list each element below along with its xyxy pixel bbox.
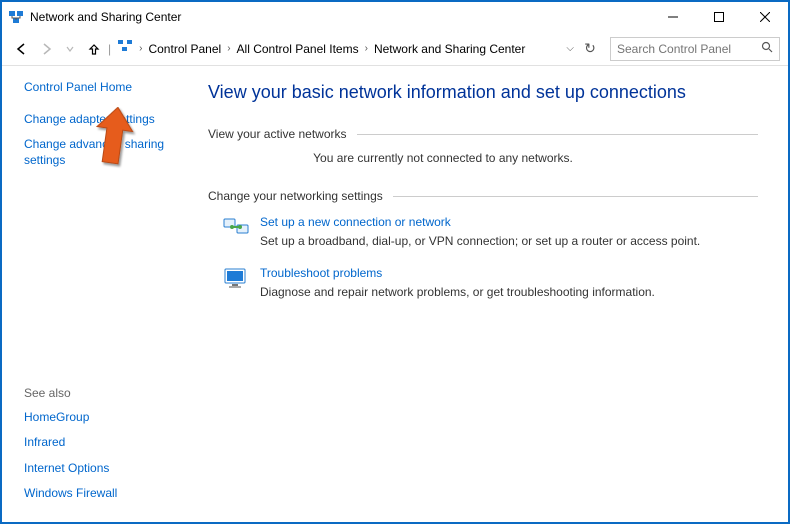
refresh-button[interactable]: ↻ xyxy=(580,40,600,57)
troubleshoot-item: Troubleshoot problems Diagnose and repai… xyxy=(222,264,758,299)
setup-connection-icon xyxy=(222,213,250,241)
location-icon xyxy=(117,38,133,59)
change-adapter-settings-link[interactable]: Change adapter settings xyxy=(24,112,192,128)
search-box[interactable] xyxy=(610,37,780,61)
back-button[interactable] xyxy=(10,37,34,61)
sidebar: Control Panel Home Change adapter settin… xyxy=(2,66,202,522)
maximize-button[interactable] xyxy=(696,2,742,32)
no-network-message: You are currently not connected to any n… xyxy=(208,151,758,165)
control-panel-home-link[interactable]: Control Panel Home xyxy=(24,80,192,96)
up-button[interactable] xyxy=(82,37,106,61)
setup-connection-desc: Set up a broadband, dial-up, or VPN conn… xyxy=(260,234,700,248)
minimize-button[interactable] xyxy=(650,2,696,32)
breadcrumb-all-items[interactable]: All Control Panel Items xyxy=(233,40,363,58)
see-also-internet-options[interactable]: Internet Options xyxy=(24,461,192,477)
search-icon[interactable] xyxy=(761,41,773,56)
content-area: View your basic network information and … xyxy=(202,66,788,522)
active-networks-label: View your active networks xyxy=(208,127,347,141)
setup-connection-item: Set up a new connection or network Set u… xyxy=(222,213,758,248)
see-also-homegroup[interactable]: HomeGroup xyxy=(24,410,192,426)
active-networks-section: View your active networks xyxy=(208,127,758,141)
setup-connection-link[interactable]: Set up a new connection or network xyxy=(260,215,451,229)
page-heading: View your basic network information and … xyxy=(208,82,758,103)
divider xyxy=(393,196,758,197)
window-controls xyxy=(650,2,788,32)
troubleshoot-link[interactable]: Troubleshoot problems xyxy=(260,266,382,280)
troubleshoot-icon xyxy=(222,264,250,292)
address-dropdown[interactable]: ⌵ xyxy=(566,43,574,54)
chevron-right-icon: › xyxy=(139,43,142,54)
title-bar: Network and Sharing Center xyxy=(2,2,788,32)
breadcrumb-control-panel[interactable]: Control Panel xyxy=(144,40,225,58)
see-also-label: See also xyxy=(24,386,192,400)
window-title: Network and Sharing Center xyxy=(30,10,650,24)
breadcrumb-network-sharing[interactable]: Network and Sharing Center xyxy=(370,40,529,58)
divider xyxy=(357,134,758,135)
networking-settings-section: Change your networking settings xyxy=(208,189,758,203)
forward-button[interactable] xyxy=(34,37,58,61)
see-also-windows-firewall[interactable]: Windows Firewall xyxy=(24,486,192,502)
close-button[interactable] xyxy=(742,2,788,32)
chevron-right-icon: › xyxy=(227,43,230,54)
networking-settings-label: Change your networking settings xyxy=(208,189,383,203)
history-dropdown[interactable] xyxy=(58,37,82,61)
change-advanced-sharing-link[interactable]: Change advanced sharing settings xyxy=(24,137,192,168)
see-also-infrared[interactable]: Infrared xyxy=(24,435,192,451)
search-input[interactable] xyxy=(617,42,773,56)
address-bar: | › Control Panel › All Control Panel It… xyxy=(2,32,788,66)
troubleshoot-desc: Diagnose and repair network problems, or… xyxy=(260,285,655,299)
network-center-icon xyxy=(8,9,24,25)
chevron-right-icon: › xyxy=(365,43,368,54)
